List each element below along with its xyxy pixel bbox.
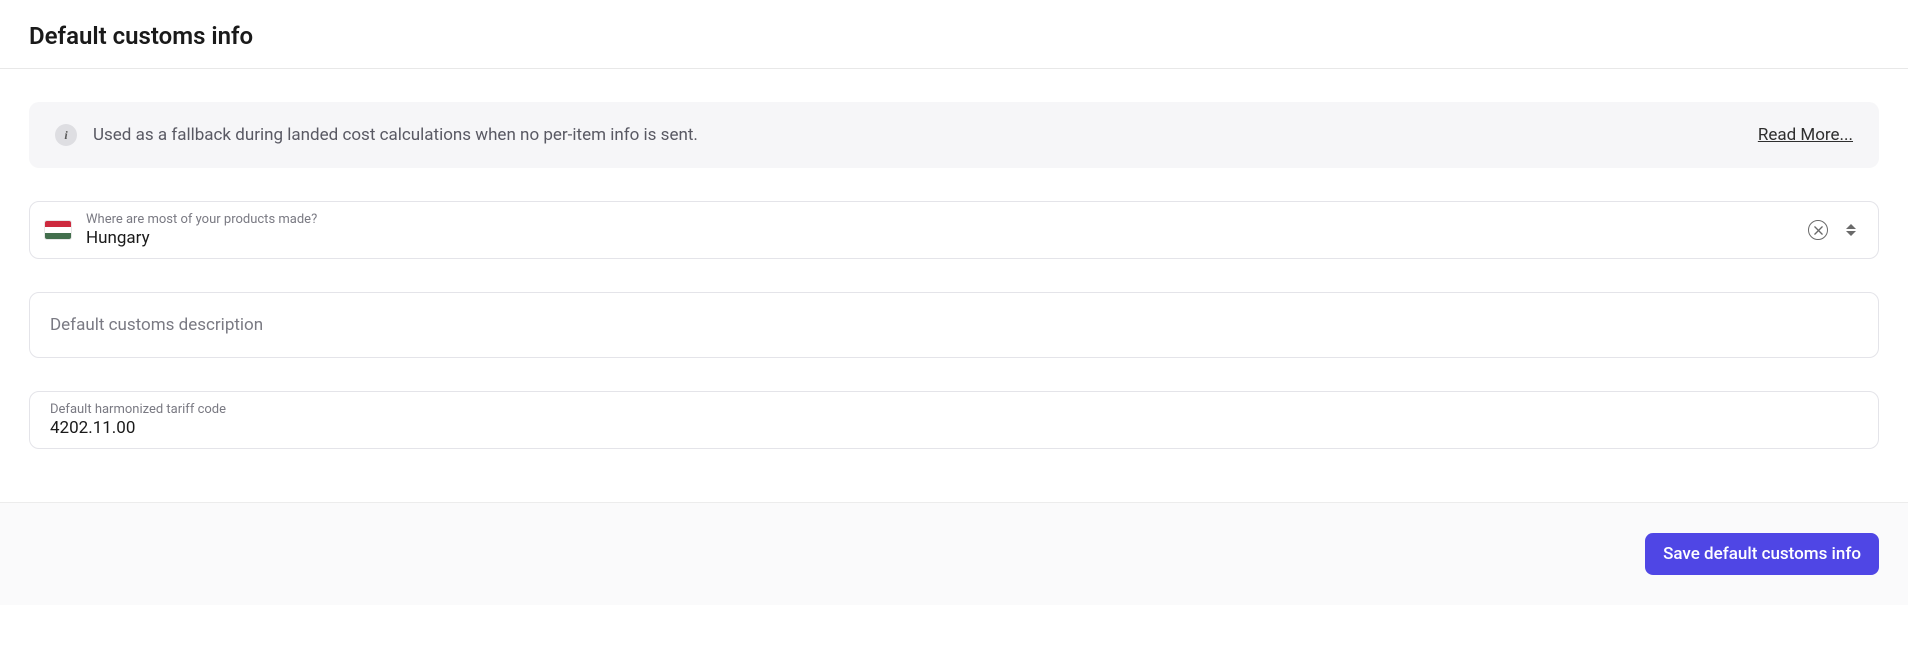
read-more-link[interactable]: Read More... xyxy=(1758,125,1853,145)
tariff-field[interactable]: Default harmonized tariff code 4202.11.0… xyxy=(29,391,1879,449)
country-value: Hungary xyxy=(86,228,1808,248)
info-banner-text: Used as a fallback during landed cost ca… xyxy=(93,125,698,145)
info-banner-left: i Used as a fallback during landed cost … xyxy=(55,124,698,146)
info-icon: i xyxy=(55,124,77,146)
description-input[interactable] xyxy=(50,315,1858,335)
tariff-label: Default harmonized tariff code xyxy=(50,402,1858,417)
content-area: i Used as a fallback during landed cost … xyxy=(0,69,1908,502)
country-label: Where are most of your products made? xyxy=(86,212,1808,227)
page-header: Default customs info xyxy=(0,0,1908,69)
footer: Save default customs info xyxy=(0,502,1908,605)
save-button[interactable]: Save default customs info xyxy=(1645,533,1879,575)
chevron-up-down-icon[interactable] xyxy=(1846,224,1856,236)
country-field-text: Where are most of your products made? Hu… xyxy=(86,212,1808,248)
country-select[interactable]: Where are most of your products made? Hu… xyxy=(29,201,1879,259)
description-field[interactable] xyxy=(29,292,1879,358)
page-title: Default customs info xyxy=(29,22,1879,50)
info-banner: i Used as a fallback during landed cost … xyxy=(29,102,1879,168)
flag-hungary-icon xyxy=(44,220,72,240)
country-actions xyxy=(1808,220,1856,240)
clear-icon[interactable] xyxy=(1808,220,1828,240)
tariff-value: 4202.11.00 xyxy=(50,418,1858,438)
